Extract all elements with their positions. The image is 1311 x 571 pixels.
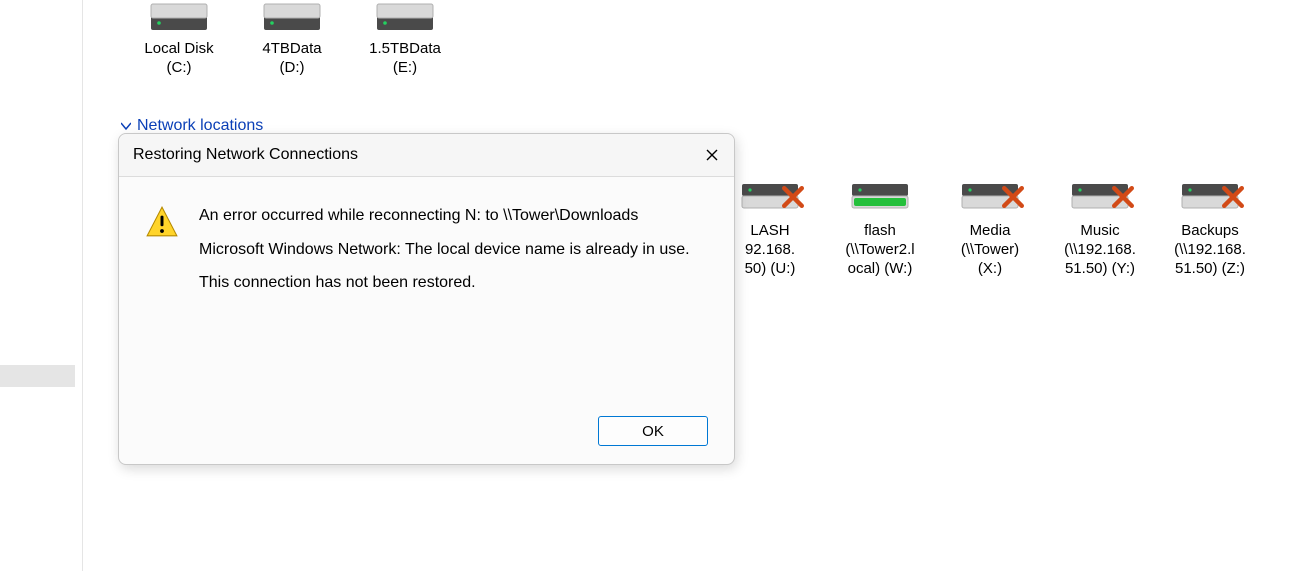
drive-label: LASH92.168.50) (U:) bbox=[722, 222, 818, 278]
hdd-icon bbox=[262, 0, 322, 34]
disconnected-overlay-icon bbox=[1112, 186, 1134, 208]
network-drive-tile[interactable]: LASH92.168.50) (U:) bbox=[722, 180, 818, 278]
drive-label: 1.5TBData(E:) bbox=[357, 40, 453, 78]
local-drive-tile[interactable]: 1.5TBData(E:) bbox=[357, 0, 453, 78]
network-drive-tile[interactable]: Media(\\Tower)(X:) bbox=[942, 180, 1038, 278]
local-drive-tile[interactable]: Local Disk(C:) bbox=[131, 0, 227, 78]
drive-label: Media(\\Tower)(X:) bbox=[942, 222, 1038, 278]
local-drive-tile[interactable]: 4TBData(D:) bbox=[244, 0, 340, 78]
dialog-message-line: Microsoft Windows Network: The local dev… bbox=[199, 239, 708, 261]
drive-label: flash(\\Tower2.local) (W:) bbox=[832, 222, 928, 278]
disconnected-overlay-icon bbox=[782, 186, 804, 208]
drive-label: Local Disk(C:) bbox=[131, 40, 227, 78]
drive-label: 4TBData(D:) bbox=[244, 40, 340, 78]
network-drive-tile[interactable]: Backups(\\192.168.51.50) (Z:) bbox=[1162, 180, 1258, 278]
warning-icon bbox=[145, 205, 179, 239]
close-icon bbox=[706, 149, 718, 161]
dialog-message: An error occurred while reconnecting N: … bbox=[199, 205, 708, 416]
network-drive-tile[interactable]: flash(\\Tower2.local) (W:) bbox=[832, 180, 928, 278]
network-drive-icon bbox=[850, 180, 910, 214]
disconnected-overlay-icon bbox=[1002, 186, 1024, 208]
nav-divider bbox=[82, 0, 83, 571]
drive-label: Backups(\\192.168.51.50) (Z:) bbox=[1162, 222, 1258, 278]
network-drive-tile[interactable]: Music(\\192.168.51.50) (Y:) bbox=[1052, 180, 1148, 278]
ok-button[interactable]: OK bbox=[598, 416, 708, 446]
chevron-down-icon bbox=[121, 121, 131, 131]
dialog-message-line: This connection has not been restored. bbox=[199, 272, 708, 294]
drive-label: Music(\\192.168.51.50) (Y:) bbox=[1052, 222, 1148, 278]
dialog-title: Restoring Network Connections bbox=[133, 146, 358, 164]
hdd-icon bbox=[149, 0, 209, 34]
hdd-icon bbox=[375, 0, 435, 34]
sidebar-selected-stub bbox=[0, 365, 75, 387]
error-dialog: Restoring Network Connections An error o… bbox=[118, 133, 735, 465]
disconnected-overlay-icon bbox=[1222, 186, 1244, 208]
dialog-titlebar[interactable]: Restoring Network Connections bbox=[119, 134, 734, 177]
dialog-message-line: An error occurred while reconnecting N: … bbox=[199, 205, 708, 227]
dialog-close-button[interactable] bbox=[690, 134, 734, 176]
